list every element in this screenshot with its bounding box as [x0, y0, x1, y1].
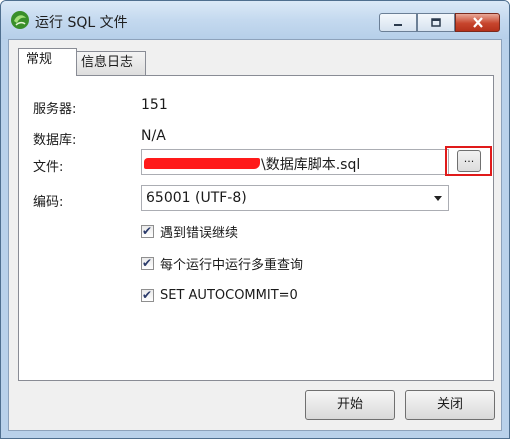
checkmark-icon: ✔ — [142, 255, 153, 270]
close-button[interactable] — [455, 13, 500, 32]
server-label: 服务器: — [33, 102, 77, 117]
checkbox[interactable]: ✔ — [141, 255, 154, 270]
checkmark-icon: ✔ — [142, 223, 153, 238]
minimize-icon — [394, 23, 402, 26]
option-label: SET AUTOCOMMIT=0 — [160, 287, 298, 303]
server-value: 151 — [141, 97, 168, 113]
option-label: 遇到错误继续 — [160, 225, 239, 241]
redaction-mark — [144, 158, 260, 169]
file-path-text: \数据库脚本.sql — [261, 157, 361, 173]
file-label: 文件: — [33, 160, 64, 175]
option-multiple-queries[interactable]: ✔ 每个运行中运行多重查询 — [141, 254, 304, 273]
minimize-button[interactable] — [379, 13, 417, 32]
window-title: 运行 SQL 文件 — [35, 15, 128, 31]
run-sql-file-dialog: 运行 SQL 文件 常规 信息日志 服务器: 151 数据库: N/A 文件: … — [0, 0, 510, 439]
title-bar[interactable]: 运行 SQL 文件 — [1, 1, 509, 39]
encoding-value: 65001 (UTF-8) — [146, 190, 247, 206]
encoding-select[interactable]: 65001 (UTF-8) — [141, 185, 449, 211]
chevron-down-icon — [434, 196, 442, 201]
dialog-client-area: 常规 信息日志 服务器: 151 数据库: N/A 文件: \数据库脚本.sql… — [8, 39, 502, 431]
checkbox[interactable]: ✔ — [141, 223, 154, 238]
general-panel: 服务器: 151 数据库: N/A 文件: \数据库脚本.sql ... 编码:… — [18, 75, 494, 381]
start-button[interactable]: 开始 — [305, 390, 395, 420]
start-button-label: 开始 — [336, 397, 363, 412]
tab-message-log-label: 信息日志 — [81, 55, 134, 70]
close-dialog-button[interactable]: 关闭 — [405, 390, 495, 420]
maximize-icon — [431, 17, 441, 27]
checkbox[interactable]: ✔ — [141, 287, 154, 302]
close-button-label: 关闭 — [436, 397, 463, 412]
close-icon — [472, 17, 483, 28]
tab-message-log[interactable]: 信息日志 — [76, 51, 146, 75]
database-label: 数据库: — [33, 133, 77, 148]
navicat-app-icon — [11, 11, 29, 29]
highlight-box — [445, 146, 492, 176]
option-label: 每个运行中运行多重查询 — [160, 257, 304, 273]
database-value: N/A — [141, 128, 166, 144]
option-continue-on-error[interactable]: ✔ 遇到错误继续 — [141, 222, 239, 241]
tab-general-label: 常规 — [26, 52, 53, 67]
encoding-label: 编码: — [33, 195, 64, 210]
file-path-input[interactable]: \数据库脚本.sql — [141, 149, 449, 175]
maximize-button[interactable] — [417, 13, 455, 32]
option-autocommit[interactable]: ✔ SET AUTOCOMMIT=0 — [141, 286, 298, 304]
checkmark-icon: ✔ — [142, 287, 153, 302]
tab-general[interactable]: 常规 — [18, 48, 77, 76]
